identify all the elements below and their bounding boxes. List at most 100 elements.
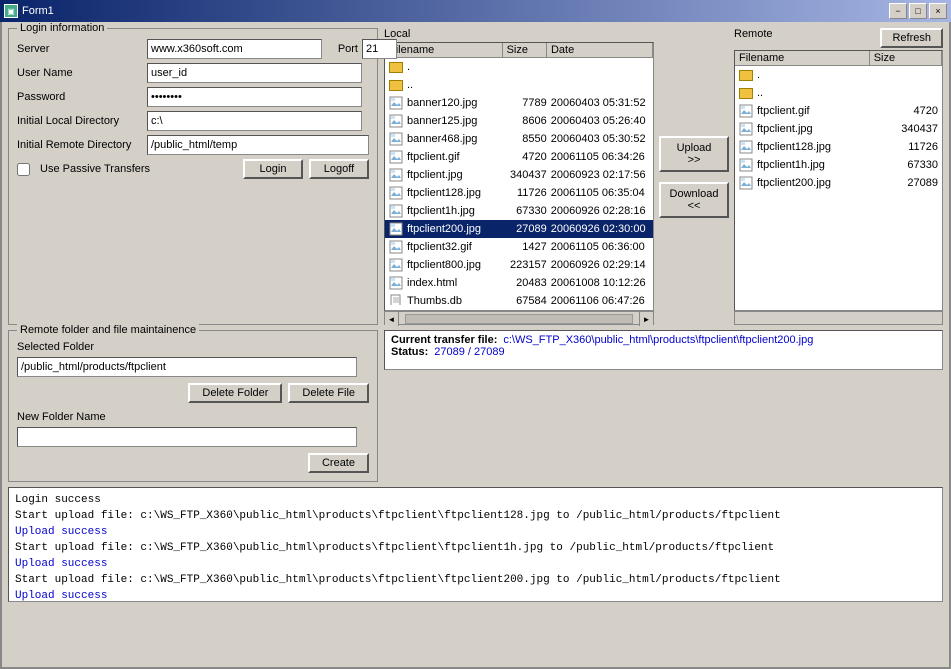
top-section: Login information Server Port User Name … [8,28,943,325]
file-icon [737,122,755,136]
folder-section-label: Remote folder and file maintainence [17,324,199,336]
local-file-row[interactable]: Thumbs.db 67584 20061106 06:47:26 [385,292,653,305]
file-icon [737,70,755,81]
server-label: Server [17,43,147,55]
download-button[interactable]: Download<< [659,182,729,218]
main-window: Login information Server Port User Name … [0,22,951,669]
delete-file-button[interactable]: Delete File [288,383,369,403]
remote-file-row[interactable]: ftpclient.gif 4720 [735,102,942,120]
file-name: ftpclient.gif [755,105,871,117]
remote-file-row[interactable]: ftpclient.jpg 340437 [735,120,942,138]
remote-file-list: Filename Size . .. ftpclient.gif 4720 ft… [734,50,943,311]
local-file-row[interactable]: ftpclient200.jpg 27089 20060926 02:30:00 [385,220,653,238]
local-file-row[interactable]: ftpclient800.jpg 223157 20060926 02:29:1… [385,256,653,274]
minimize-button[interactable]: − [889,3,907,19]
remote-file-row[interactable]: .. [735,84,942,102]
local-file-row[interactable]: ftpclient128.jpg 11726 20061105 06:35:04 [385,184,653,202]
file-date: 20060403 05:26:40 [549,115,651,127]
window-title: Form1 [22,5,54,17]
login-button[interactable]: Login [243,159,303,179]
status-area: Current transfer file: c:\WS_FTP_X360\pu… [384,330,943,370]
file-name: . [405,61,507,73]
port-label: Port [322,43,362,55]
file-icon [387,168,405,182]
local-file-row[interactable]: . [385,58,653,76]
file-icon [387,222,405,236]
delete-folder-button[interactable]: Delete Folder [188,383,282,403]
remote-col-size[interactable]: Size [870,51,942,65]
username-input[interactable] [147,63,362,83]
local-scrollbar-x[interactable]: ◄ ► [384,311,654,325]
middle-row: Remote folder and file maintainence Sele… [8,330,943,482]
logoff-button[interactable]: Logoff [309,159,369,179]
file-size: 8606 [507,115,549,127]
local-file-header: Filename Size Date [385,43,653,58]
log-line: Start upload file: c:\WS_FTP_X360\public… [15,540,936,556]
file-size: 7789 [507,97,549,109]
file-icon [387,80,405,91]
file-date: 20061105 06:36:00 [549,241,651,253]
server-row: Server Port [17,39,369,59]
local-panel: Local Filename Size Date . .. banner120.… [384,28,654,325]
file-icon [387,114,405,128]
file-name: ftpclient128.jpg [755,141,871,153]
file-size: 67330 [871,159,940,171]
file-size: 67584 [507,295,549,305]
file-size: 8550 [507,133,549,145]
close-button[interactable]: × [929,3,947,19]
file-name: . [755,69,871,81]
local-file-row[interactable]: banner468.jpg 8550 20060403 05:30:52 [385,130,653,148]
file-name: ftpclient128.jpg [405,187,507,199]
file-size: 340437 [871,123,940,135]
log-line: Upload success [15,524,936,540]
remote-file-row[interactable]: ftpclient200.jpg 27089 [735,174,942,192]
file-size: 27089 [507,223,549,235]
server-input[interactable] [147,39,322,59]
create-button[interactable]: Create [308,453,369,473]
log-area: Login successStart upload file: c:\WS_FT… [8,487,943,602]
file-icon [387,132,405,146]
local-file-row[interactable]: banner125.jpg 8606 20060403 05:26:40 [385,112,653,130]
remote-dir-input[interactable] [147,135,369,155]
file-size: 20483 [507,277,549,289]
local-col-filename[interactable]: Filename [385,43,503,57]
remote-scrollbar-x[interactable] [734,311,943,325]
refresh-button[interactable]: Refresh [880,28,943,48]
username-row: User Name [17,63,369,83]
remote-file-row[interactable]: . [735,66,942,84]
local-file-row[interactable]: ftpclient.jpg 340437 20060923 02:17:56 [385,166,653,184]
local-panel-title: Local [384,28,654,40]
file-size: 223157 [507,259,549,271]
local-file-row[interactable]: ftpclient1h.jpg 67330 20060926 02:28:16 [385,202,653,220]
file-date: 20060926 02:30:00 [549,223,651,235]
local-file-row[interactable]: ftpclient32.gif 1427 20061105 06:36:00 [385,238,653,256]
remote-file-row[interactable]: ftpclient128.jpg 11726 [735,138,942,156]
file-icon [737,176,755,190]
maximize-button[interactable]: □ [909,3,927,19]
local-file-row[interactable]: ftpclient.gif 4720 20061105 06:34:26 [385,148,653,166]
local-file-row[interactable]: index.html 20483 20061008 10:12:26 [385,274,653,292]
local-dir-row: Initial Local Directory [17,111,369,131]
selected-folder-input[interactable] [17,357,357,377]
file-icon [387,276,405,290]
local-file-row[interactable]: banner120.jpg 7789 20060403 05:31:52 [385,94,653,112]
file-size: 11726 [871,141,940,153]
app-icon: ▣ [4,4,18,18]
status-value: 27089 / 27089 [434,346,504,358]
upload-button[interactable]: Upload>> [659,136,729,172]
new-folder-input[interactable] [17,427,357,447]
password-input[interactable] [147,87,362,107]
port-input[interactable] [362,39,397,59]
local-dir-input[interactable] [147,111,362,131]
local-col-date[interactable]: Date [547,43,653,57]
selected-folder-label: Selected Folder [17,341,147,353]
file-name: .. [405,79,507,91]
remote-col-filename[interactable]: Filename [735,51,870,65]
local-file-row[interactable]: .. [385,76,653,94]
remote-file-row[interactable]: ftpclient1h.jpg 67330 [735,156,942,174]
local-col-size[interactable]: Size [503,43,547,57]
file-name: Thumbs.db [405,295,507,305]
remote-dir-row: Initial Remote Directory [17,135,369,155]
passive-checkbox[interactable] [17,163,30,176]
file-date: 20060926 02:28:16 [549,205,651,217]
